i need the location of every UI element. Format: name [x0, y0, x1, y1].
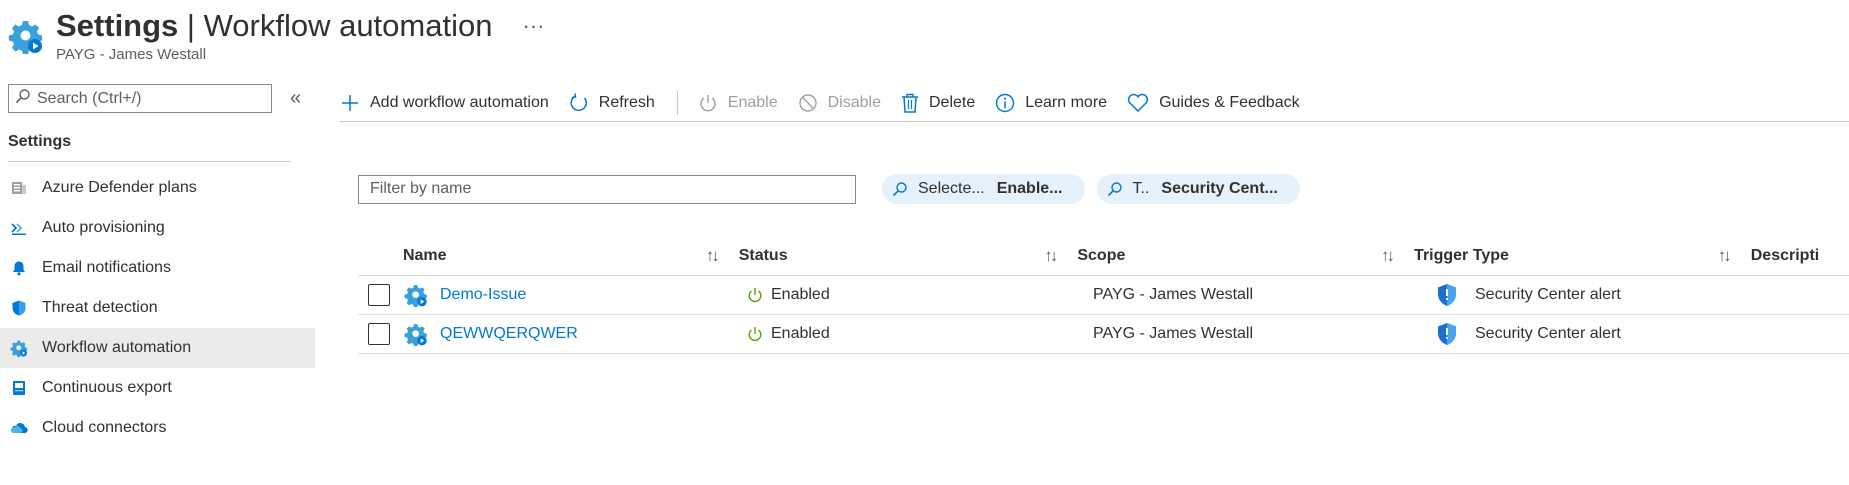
bell-icon: [10, 259, 28, 277]
cloud-icon: [10, 419, 28, 437]
status-filter-pill[interactable]: Selecte... Enable...: [882, 174, 1085, 204]
row-checkbox[interactable]: [368, 323, 390, 345]
more-options-button[interactable]: ···: [522, 15, 544, 37]
sort-icon[interactable]: ↑↓: [1044, 246, 1058, 266]
power-status-icon: [747, 326, 763, 342]
column-header-scope: Scope ↑↓: [1077, 245, 1395, 266]
plus-icon: [340, 93, 360, 113]
shield-icon: [10, 299, 28, 317]
sidebar-item-label: Cloud connectors: [42, 419, 167, 436]
add-workflow-automation-button[interactable]: Add workflow automation: [340, 87, 549, 119]
sidebar-item-email-notifications[interactable]: Email notifications: [0, 248, 315, 288]
search-icon: [15, 88, 31, 109]
filter-bar: Selecte... Enable... T.. Security Cent..…: [358, 174, 1300, 204]
column-header-name: Name ↑↓: [402, 245, 720, 266]
sort-icon[interactable]: ↑↓: [1718, 246, 1732, 266]
table-header: Name ↑↓ Status ↑↓ Scope ↑↓ Trigger Type …: [358, 236, 1849, 276]
trigger-filter-pill[interactable]: T.. Security Cent...: [1096, 174, 1300, 204]
column-header-description: Descripti: [1750, 246, 1820, 264]
sidebar: « Settings Azure Defender plans Auto pro…: [0, 84, 315, 448]
prohibited-icon: [798, 93, 818, 113]
workflow-gear-icon: [404, 283, 428, 307]
filter-by-name-input[interactable]: [358, 174, 856, 204]
column-header-status: Status ↑↓: [738, 245, 1059, 266]
guides-feedback-button[interactable]: Guides & Feedback: [1127, 87, 1300, 119]
sort-icon[interactable]: ↑↓: [706, 246, 720, 266]
security-center-shield-icon: [1437, 322, 1457, 346]
security-center-shield-icon: [1437, 283, 1457, 307]
sidebar-item-cloud-connectors[interactable]: Cloud connectors: [0, 408, 315, 448]
toolbar-divider: [676, 90, 678, 115]
page-header: Settings | Workflow automation ··· PAYG …: [8, 8, 544, 68]
sidebar-item-label: Email notifications: [42, 259, 171, 276]
table-row: Demo-Issue Enabled PAYG - James Westall …: [358, 276, 1849, 315]
info-icon: [995, 93, 1015, 113]
sidebar-item-label: Azure Defender plans: [42, 179, 197, 196]
collapse-sidebar-button[interactable]: «: [290, 87, 301, 110]
power-status-icon: [747, 287, 763, 303]
sidebar-item-workflow-automation[interactable]: Workflow automation: [0, 328, 315, 368]
automations-table: Name ↑↓ Status ↑↓ Scope ↑↓ Trigger Type …: [358, 236, 1849, 354]
scope-text: PAYG - James Westall: [1093, 286, 1254, 303]
sidebar-item-label: Threat detection: [42, 299, 158, 316]
power-icon: [698, 93, 718, 113]
sidebar-item-label: Auto provisioning: [42, 219, 165, 236]
row-checkbox[interactable]: [368, 284, 390, 306]
sidebar-search-input[interactable]: [37, 89, 271, 108]
refresh-icon: [569, 92, 589, 113]
learn-more-button[interactable]: Learn more: [995, 87, 1107, 119]
sidebar-heading: Settings: [8, 133, 290, 162]
workflow-gear-icon: [404, 322, 428, 346]
status-text: Enabled: [771, 325, 830, 342]
search-icon: [1107, 181, 1123, 197]
sidebar-item-label: Workflow automation: [42, 339, 192, 356]
automation-name-link[interactable]: QEWWQERQWER: [440, 325, 578, 343]
trash-icon: [901, 93, 919, 113]
sidebar-item-auto-provisioning[interactable]: Auto provisioning: [0, 208, 315, 248]
export-icon: [10, 379, 28, 397]
heart-icon: [1127, 93, 1149, 113]
workflow-gear-icon: [8, 18, 44, 55]
page-title: Settings | Workflow automation: [56, 8, 493, 43]
command-bar: Add workflow automation Refresh Enable D…: [340, 84, 1849, 122]
sidebar-nav: Azure Defender plans Auto provisioning E…: [0, 168, 315, 448]
delete-button[interactable]: Delete: [901, 87, 975, 119]
auto-provisioning-icon: [10, 219, 28, 237]
automation-name-link[interactable]: Demo-Issue: [440, 286, 526, 304]
column-header-trigger-type: Trigger Type ↑↓: [1414, 245, 1732, 266]
refresh-button[interactable]: Refresh: [569, 87, 655, 119]
sidebar-item-label: Continuous export: [42, 379, 172, 396]
sidebar-search-box: [8, 84, 272, 113]
sidebar-item-azure-defender-plans[interactable]: Azure Defender plans: [0, 168, 315, 208]
page-subtitle: PAYG - James Westall: [56, 46, 207, 63]
sidebar-item-continuous-export[interactable]: Continuous export: [0, 368, 315, 408]
status-text: Enabled: [771, 286, 830, 303]
scope-text: PAYG - James Westall: [1093, 325, 1254, 342]
table-row: QEWWQERQWER Enabled PAYG - James Westall…: [358, 315, 1849, 354]
disable-button[interactable]: Disable: [798, 87, 881, 119]
gear-icon: [10, 339, 28, 357]
trigger-text: Security Center alert: [1475, 325, 1621, 342]
trigger-text: Security Center alert: [1475, 286, 1621, 303]
search-icon: [892, 181, 908, 197]
defender-plans-icon: [10, 179, 28, 197]
enable-button[interactable]: Enable: [698, 87, 778, 119]
sidebar-item-threat-detection[interactable]: Threat detection: [0, 288, 315, 328]
sort-icon[interactable]: ↑↓: [1381, 246, 1395, 266]
